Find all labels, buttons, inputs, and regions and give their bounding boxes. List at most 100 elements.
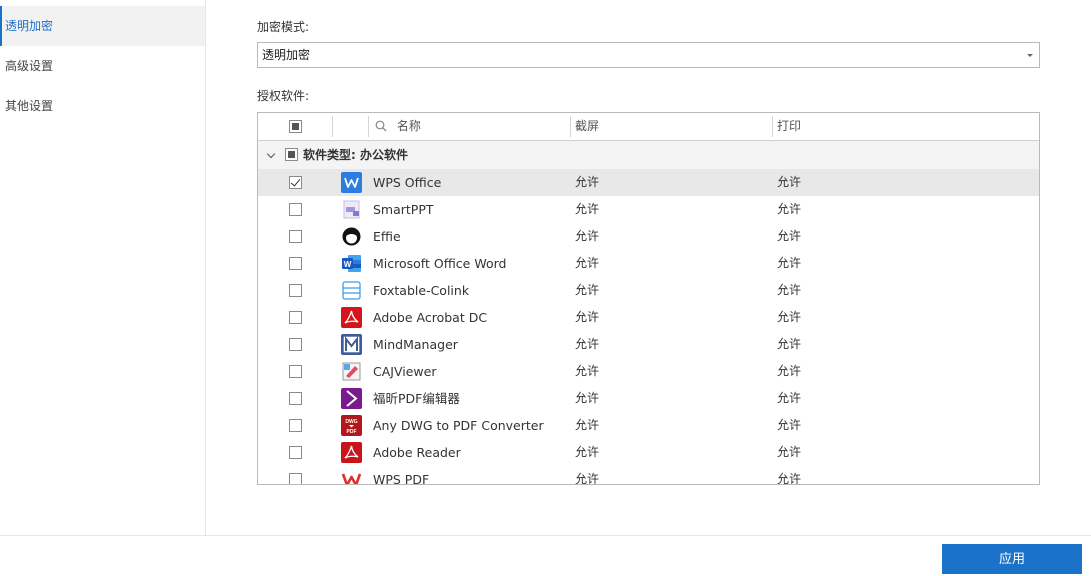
software-name: MindManager [373, 337, 458, 352]
sidebar-item-other-settings[interactable]: 其他设置 [0, 86, 205, 126]
table-row[interactable]: WPS Office 允许 允许 [258, 169, 1039, 196]
software-name: Foxtable-Colink [373, 283, 470, 298]
footer-bar [0, 535, 1091, 576]
chevron-down-icon[interactable] [266, 149, 276, 159]
sidebar-item-label: 高级设置 [5, 59, 54, 73]
svg-text:PDF: PDF [347, 429, 357, 435]
software-name: WPS Office [373, 175, 442, 190]
software-name: CAJViewer [373, 364, 437, 379]
table-row[interactable]: Adobe Acrobat DC 允许 允许 [258, 304, 1039, 331]
dwg-pdf-icon: DWG PDF [341, 415, 362, 436]
group-checkbox[interactable] [285, 148, 298, 161]
print-permission: 允许 [777, 175, 802, 189]
screenshot-permission: 允许 [575, 418, 600, 432]
mindmanager-icon [341, 334, 362, 355]
row-checkbox[interactable] [289, 203, 302, 216]
sidebar-item-transparent-encryption[interactable]: 透明加密 [0, 6, 205, 46]
print-permission: 允许 [777, 391, 802, 405]
row-checkbox[interactable] [289, 284, 302, 297]
encryption-mode-label: 加密模式: [257, 20, 310, 34]
sidebar: 透明加密 高级设置 其他设置 [0, 0, 206, 535]
screenshot-permission: 允许 [575, 256, 600, 270]
software-name: 福昕PDF编辑器 [373, 391, 460, 406]
screenshot-permission: 允许 [575, 337, 600, 351]
table-row[interactable]: WPS PDF 允许 允许 [258, 466, 1039, 485]
table-row[interactable]: DWG PDF Any DWG to PDF Converter 允许 允许 [258, 412, 1039, 439]
foxit-icon [341, 388, 362, 409]
table-row[interactable]: 福昕PDF编辑器 允许 允许 [258, 385, 1039, 412]
table-row[interactable]: MindManager 允许 允许 [258, 331, 1039, 358]
print-permission: 允许 [777, 472, 802, 485]
row-checkbox[interactable] [289, 311, 302, 324]
sidebar-item-label: 其他设置 [5, 99, 54, 113]
print-permission: 允许 [777, 256, 802, 270]
screenshot-permission: 允许 [575, 202, 600, 216]
encryption-mode-value: 透明加密 [262, 48, 311, 62]
screenshot-permission: 允许 [575, 445, 600, 459]
cajviewer-icon [341, 361, 362, 382]
print-column-header[interactable]: 打印 [777, 113, 801, 140]
print-permission: 允许 [777, 229, 802, 243]
encryption-mode-select[interactable]: 透明加密 [257, 42, 1040, 68]
table-row[interactable]: CAJViewer 允许 允许 [258, 358, 1039, 385]
screenshot-permission: 允许 [575, 391, 600, 405]
software-name: Effie [373, 229, 401, 244]
group-title: 软件类型: 办公软件 [303, 148, 408, 162]
software-name: Adobe Reader [373, 445, 461, 460]
software-table: 名称 截屏 打印 软件类型: 办公软件 WPS Office 允许 允许 Sma… [257, 112, 1040, 485]
table-row[interactable]: Foxtable-Colink 允许 允许 [258, 277, 1039, 304]
foxtable-icon [341, 280, 362, 301]
row-checkbox[interactable] [289, 176, 302, 189]
sidebar-item-advanced-settings[interactable]: 高级设置 [0, 46, 205, 86]
row-checkbox[interactable] [289, 446, 302, 459]
authorized-software-label: 授权软件: [257, 89, 310, 103]
row-checkbox[interactable] [289, 392, 302, 405]
column-separator [368, 116, 369, 137]
search-icon [375, 120, 387, 132]
table-row[interactable]: W Microsoft Office Word 允许 允许 [258, 250, 1039, 277]
print-permission: 允许 [777, 364, 802, 378]
name-search[interactable]: 名称 [375, 113, 421, 140]
wps-pdf-icon [341, 469, 362, 484]
table-row[interactable]: Effie 允许 允许 [258, 223, 1039, 250]
group-row-office[interactable]: 软件类型: 办公软件 [258, 141, 1039, 169]
screenshot-permission: 允许 [575, 229, 600, 243]
table-row[interactable]: SmartPPT 允许 允许 [258, 196, 1039, 223]
software-name: WPS PDF [373, 472, 430, 485]
window: 透明加密 高级设置 其他设置 加密模式: 透明加密 授权软件: 名称 截屏 打印… [0, 0, 1091, 576]
table-header: 名称 截屏 打印 [258, 113, 1039, 141]
wps-office-icon [341, 172, 362, 193]
print-permission: 允许 [777, 445, 802, 459]
software-name: Adobe Acrobat DC [373, 310, 488, 325]
print-permission: 允许 [777, 202, 802, 216]
screenshot-permission: 允许 [575, 364, 600, 378]
screenshot-column-header[interactable]: 截屏 [575, 113, 599, 140]
sidebar-item-label: 透明加密 [5, 19, 54, 33]
row-checkbox[interactable] [289, 257, 302, 270]
screenshot-permission: 允许 [575, 472, 600, 485]
print-permission: 允许 [777, 310, 802, 324]
svg-text:W: W [344, 260, 352, 269]
name-column-header: 名称 [396, 119, 421, 133]
row-checkbox[interactable] [289, 338, 302, 351]
print-permission: 允许 [777, 337, 802, 351]
smartppt-icon [341, 199, 362, 220]
screenshot-permission: 允许 [575, 283, 600, 297]
row-checkbox[interactable] [289, 365, 302, 378]
dropdown-arrow-icon [1027, 54, 1033, 57]
software-name: SmartPPT [373, 202, 434, 217]
print-permission: 允许 [777, 283, 802, 297]
select-all-checkbox[interactable] [289, 120, 302, 133]
apply-button[interactable]: 应用 [942, 544, 1082, 574]
table-row[interactable]: Adobe Reader 允许 允许 [258, 439, 1039, 466]
column-separator [772, 116, 773, 137]
row-checkbox[interactable] [289, 473, 302, 484]
word-icon: W [341, 253, 362, 274]
software-name: Any DWG to PDF Converter [373, 418, 544, 433]
column-separator [570, 116, 571, 137]
print-permission: 允许 [777, 418, 802, 432]
row-checkbox[interactable] [289, 230, 302, 243]
row-checkbox[interactable] [289, 419, 302, 432]
effie-icon [341, 226, 362, 247]
svg-text:DWG: DWG [345, 419, 357, 425]
